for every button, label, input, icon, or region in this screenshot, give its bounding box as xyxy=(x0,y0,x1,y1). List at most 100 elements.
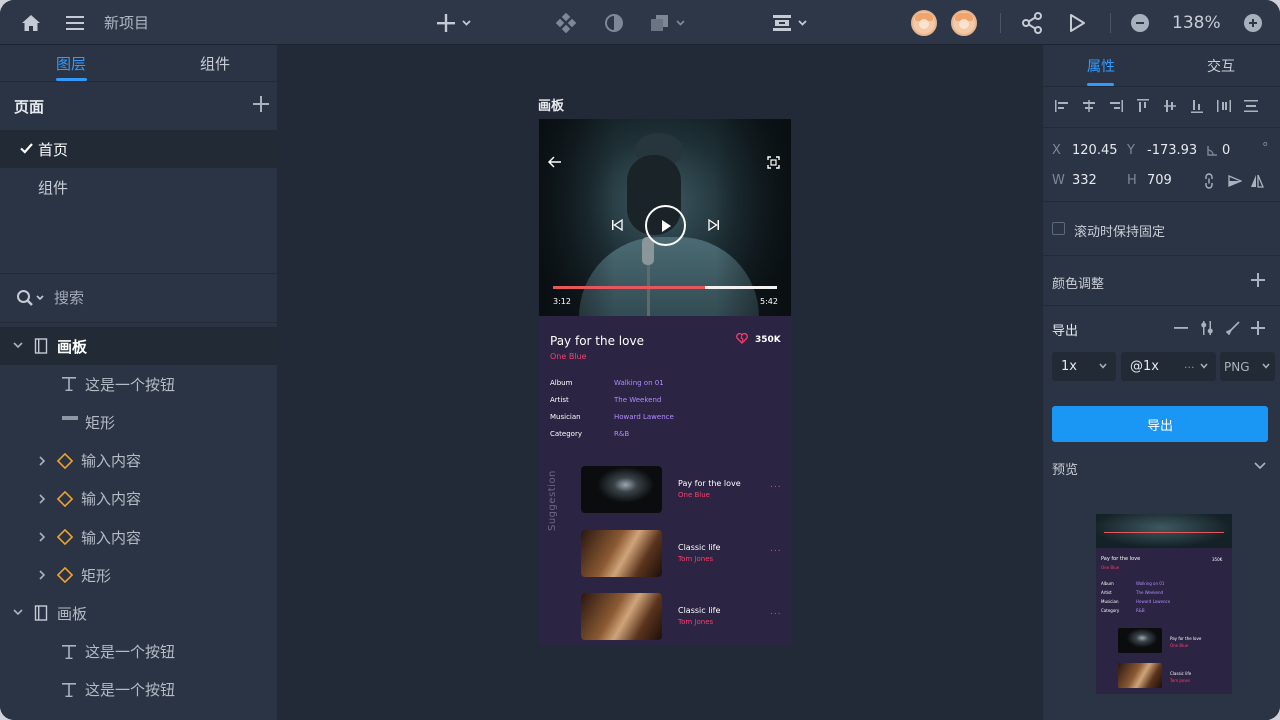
artboard-label[interactable]: 画板 xyxy=(538,95,564,114)
layer-item[interactable]: 矩形 xyxy=(0,403,277,441)
play-button[interactable] xyxy=(645,205,686,246)
distribute-vertical-icon[interactable] xyxy=(1242,95,1260,117)
playback-progress[interactable] xyxy=(553,286,777,289)
layer-item[interactable]: 矩形 xyxy=(0,556,277,594)
layer-item[interactable]: 画板 xyxy=(0,594,277,632)
text-icon xyxy=(61,644,77,660)
h-value[interactable]: 709 xyxy=(1147,173,1172,188)
align-middle-v-icon[interactable] xyxy=(1161,95,1179,117)
collaborator-avatar[interactable] xyxy=(951,10,977,36)
suggestion-title[interactable]: Pay for the love xyxy=(678,479,741,488)
distribute-dropdown[interactable] xyxy=(770,0,812,45)
preview-meta-value: The Weekend xyxy=(1136,590,1164,595)
menu-icon[interactable] xyxy=(64,0,86,45)
page-label: 组件 xyxy=(38,178,69,197)
add-element-dropdown[interactable] xyxy=(433,0,475,45)
layer-item[interactable]: 画板 xyxy=(0,327,277,365)
align-left-icon[interactable] xyxy=(1053,95,1071,117)
checkmark-icon xyxy=(20,142,33,154)
artboard-icon xyxy=(34,605,48,622)
page-item-home[interactable]: 首页 xyxy=(0,130,277,168)
export-scale-select[interactable]: 1x xyxy=(1052,352,1116,381)
layer-label: 这是一个按钮 xyxy=(85,681,176,700)
zoom-level[interactable]: 138% xyxy=(1172,13,1221,33)
flip-vertical-icon[interactable] xyxy=(1250,174,1264,188)
align-right-icon[interactable] xyxy=(1107,95,1125,117)
preview-suggestion-title: Pay for the love xyxy=(1170,636,1202,641)
suggestion-title[interactable]: Classic life xyxy=(678,606,720,615)
design-canvas[interactable]: 画板 3:12 5:42 Pay for the love One Blue 3… xyxy=(277,45,1043,720)
artboard[interactable]: 3:12 5:42 Pay for the love One Blue 350K… xyxy=(539,119,791,645)
previous-track-icon[interactable] xyxy=(611,219,623,231)
next-track-icon[interactable] xyxy=(708,219,720,231)
page-item-components[interactable]: 组件 xyxy=(0,168,277,206)
share-icon[interactable] xyxy=(1020,0,1044,45)
tab-components[interactable]: 组件 xyxy=(200,53,230,74)
tab-layers[interactable]: 图层 xyxy=(56,53,86,74)
component-icon xyxy=(57,452,73,469)
export-suffix-select[interactable]: @1x ... xyxy=(1121,352,1216,381)
chevron-right-icon[interactable] xyxy=(38,456,46,466)
heart-broken-icon[interactable] xyxy=(736,333,748,344)
export-format-select[interactable]: PNG xyxy=(1220,352,1275,381)
preview-likes: 350K xyxy=(1212,557,1223,562)
component-icon xyxy=(57,567,73,584)
suggestion-title[interactable]: Classic life xyxy=(678,543,720,552)
rotation-value[interactable]: 0 xyxy=(1222,143,1230,158)
tab-properties[interactable]: 属性 xyxy=(1087,56,1115,76)
x-value[interactable]: 120.45 xyxy=(1072,143,1118,158)
back-arrow-icon[interactable] xyxy=(547,155,563,169)
y-value[interactable]: -173.93 xyxy=(1147,143,1197,158)
fixed-on-scroll-checkbox[interactable] xyxy=(1052,222,1065,235)
mask-icon[interactable] xyxy=(603,0,625,45)
collaborator-avatar[interactable] xyxy=(911,10,937,36)
chevron-down-icon[interactable] xyxy=(1254,462,1266,470)
more-options-button[interactable]: ... xyxy=(770,607,782,617)
more-options-button[interactable]: ... xyxy=(770,544,782,554)
layer-item[interactable]: 输入内容 xyxy=(0,480,277,518)
chevron-right-icon[interactable] xyxy=(38,570,46,580)
suggestion-thumbnail[interactable] xyxy=(581,593,662,640)
lock-ratio-icon[interactable] xyxy=(1202,173,1216,189)
w-value[interactable]: 332 xyxy=(1072,173,1097,188)
export-settings-icon[interactable] xyxy=(1200,320,1214,336)
layer-item[interactable]: 这是一个按钮 xyxy=(0,633,277,671)
component-icon[interactable] xyxy=(555,0,577,45)
meta-value: Howard Lawence xyxy=(614,413,674,421)
distribute-horizontal-icon[interactable] xyxy=(1215,95,1233,117)
layer-item[interactable]: 输入内容 xyxy=(0,518,277,556)
align-top-icon[interactable] xyxy=(1134,95,1152,117)
more-options-button[interactable]: ... xyxy=(770,480,782,490)
meta-value: Walking on 01 xyxy=(614,379,664,387)
chevron-down-icon[interactable] xyxy=(13,608,23,616)
suggestion-thumbnail[interactable] xyxy=(581,466,662,513)
suggestion-thumbnail[interactable] xyxy=(581,529,662,577)
layer-item[interactable]: 这是一个按钮 xyxy=(0,365,277,403)
search-input[interactable] xyxy=(54,287,254,309)
remove-export-button[interactable] xyxy=(1174,321,1188,335)
layer-item[interactable]: 这是一个按钮 xyxy=(0,671,277,709)
preview-play-icon[interactable] xyxy=(1066,0,1088,45)
align-bottom-icon[interactable] xyxy=(1188,95,1206,117)
fullscreen-icon[interactable] xyxy=(767,156,780,169)
layer-label: 画板 xyxy=(57,337,88,356)
app-window: 新项目 138% 图层 组件 页面 首页 组件 搜索 画板 这是一个按钮 矩形 … xyxy=(0,0,1280,720)
chevron-right-icon[interactable] xyxy=(38,494,46,504)
add-page-button[interactable] xyxy=(252,95,270,113)
slice-icon[interactable] xyxy=(1226,321,1240,335)
chevron-right-icon[interactable] xyxy=(38,532,46,542)
zoom-out-button[interactable] xyxy=(1131,14,1149,32)
search-icon[interactable] xyxy=(16,289,46,307)
add-color-adjust-button[interactable] xyxy=(1251,273,1265,287)
chevron-down-icon[interactable] xyxy=(13,341,23,349)
export-button[interactable]: 导出 xyxy=(1052,406,1268,442)
tab-interaction[interactable]: 交互 xyxy=(1207,56,1235,76)
boolean-dropdown[interactable] xyxy=(648,0,690,45)
home-icon[interactable] xyxy=(20,0,42,45)
layer-item[interactable]: 输入内容 xyxy=(0,442,277,480)
add-export-button[interactable] xyxy=(1251,321,1265,335)
preview-hero xyxy=(1096,514,1232,548)
zoom-in-button[interactable] xyxy=(1244,14,1262,32)
flip-horizontal-icon[interactable] xyxy=(1228,174,1242,188)
align-center-h-icon[interactable] xyxy=(1080,95,1098,117)
